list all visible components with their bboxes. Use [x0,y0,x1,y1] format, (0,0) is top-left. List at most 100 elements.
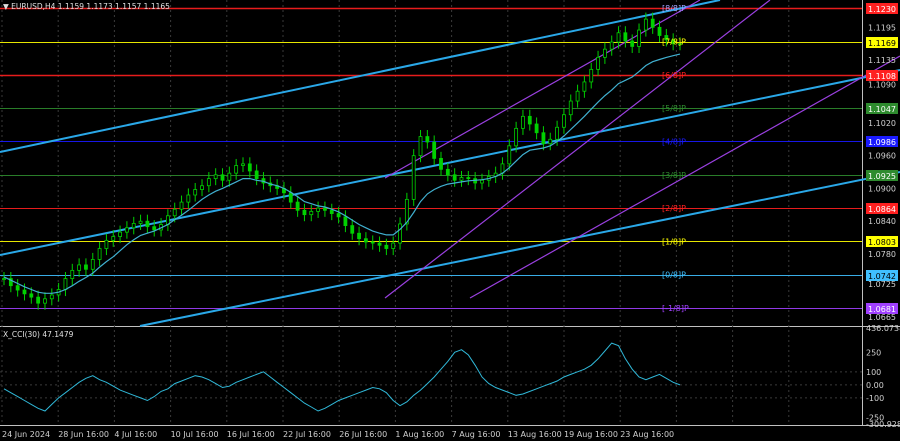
murrey-label: [5/8]P [662,104,686,113]
candle-body [411,155,416,200]
candle-body [609,41,614,50]
candle-body [630,40,635,47]
candle-body [650,18,655,28]
candle-body [234,165,239,174]
trading-chart[interactable]: [8/8]P [7/8]P [6/8]P [5/8]P [4/8]P [3/8]P [2/8… [0,0,900,441]
candle-body [70,269,75,279]
price-axis-tick: 1.1195 [868,23,896,32]
cci-axis-tick: 100 [866,368,881,377]
candle-body [582,81,587,92]
candle-body [186,194,191,203]
candle-body [200,185,204,190]
candle-body [111,236,116,241]
candle-body [480,179,484,184]
candle-body [49,294,54,300]
candle-body [43,298,47,304]
candle-body [514,127,519,147]
candle-body [575,90,580,102]
candle-body [179,201,184,210]
candle-body [138,220,143,224]
price-tag-label: 1.0803 [868,238,896,247]
candle-body [336,213,341,218]
candle-body [534,123,539,134]
murrey-label: [4/8]P [662,137,686,146]
candle-body [363,238,368,243]
time-axis-label: 22 Jul 16:00 [283,430,331,439]
candle-body [220,174,225,181]
candle-body [316,207,321,212]
time-axis-label: 23 Aug 16:00 [620,430,674,439]
candle-body [445,168,450,176]
candle-body [302,209,307,216]
candle-body [657,26,662,36]
candle-body [643,18,648,31]
candle-body [63,278,68,290]
candle-body [384,244,389,249]
candle-body [145,220,150,228]
time-axis-label: 28 Jun 16:00 [58,430,109,439]
time-axis-label: 4 Jul 16:00 [114,430,157,439]
price-tag-label: 1.1169 [868,39,896,48]
candle-body [568,100,573,116]
price-tag-label: 1.0986 [868,138,896,147]
candle-body [295,201,300,211]
candle-body [118,231,122,237]
time-axis-label: 1 Aug 16:00 [395,430,444,439]
candle-body [391,242,396,249]
murrey-label: [7/8]P [662,38,686,47]
candle-body [637,29,641,47]
candle-body [527,115,532,125]
price-tag-label: 1.1108 [868,72,896,81]
candle-body [548,138,553,145]
time-axis-label: 7 Aug 16:00 [452,430,501,439]
candle-body [29,293,34,298]
time-axis-label: 24 Jun 2024 [2,430,50,439]
price-axis-tick: 1.1020 [868,119,896,128]
candle-body [104,239,109,249]
candle-body [377,242,382,246]
candle-body [193,189,198,196]
candle-body [2,278,6,280]
price-axis-tick: 1.0725 [868,280,896,289]
candle-body [398,223,402,244]
time-axis-label: 16 Jul 16:00 [227,430,275,439]
indicator-header: X_CCI(30) 47.1479 [3,330,74,339]
candle-body [152,226,157,231]
candle-body [213,174,218,180]
cci-axis-tick: -100 [866,394,884,403]
candle-body [309,210,314,216]
candle-body [172,208,177,217]
symbol-header: ▼ EURUSD,H4 1.1159 1.1173 1.1157 1.1165 [3,2,170,11]
price-tag-label: 1.1230 [868,5,896,14]
candle-body [439,158,443,170]
candle-body [241,163,245,166]
price-tag-label: 1.0864 [868,205,896,214]
candle-body [562,114,566,128]
price-axis-tick: 1.0780 [868,250,896,259]
cci-axis-tick: 250 [866,348,881,357]
candle-body [541,132,546,145]
candle-body [90,259,95,270]
time-axis-label: 26 Jul 16:00 [339,430,387,439]
murrey-label: [6/8]P [662,71,686,80]
candle-body [206,178,211,187]
candle-body [459,177,464,181]
price-axis-tick: 1.1090 [868,81,896,90]
candle-body [36,296,41,304]
candle-body [350,225,355,234]
murrey-label: [0/8]P [662,271,686,280]
candle-body [555,126,559,140]
candle-body [15,285,20,291]
time-axis-label: 19 Aug 16:00 [564,430,618,439]
time-axis-label: 13 Aug 16:00 [508,430,562,439]
candle-body [254,170,259,180]
candle-body [418,136,423,157]
cci-axis-tick: 0.00 [866,381,884,390]
candle-body [425,136,430,143]
time-axis-label: 10 Jul 16:00 [171,430,219,439]
price-axis-tick: 1.0900 [868,184,896,193]
cci-axis-tick: 436.0738 [866,324,900,333]
candle-body [616,32,621,43]
candle-body [323,207,327,211]
candle-body [329,209,334,214]
